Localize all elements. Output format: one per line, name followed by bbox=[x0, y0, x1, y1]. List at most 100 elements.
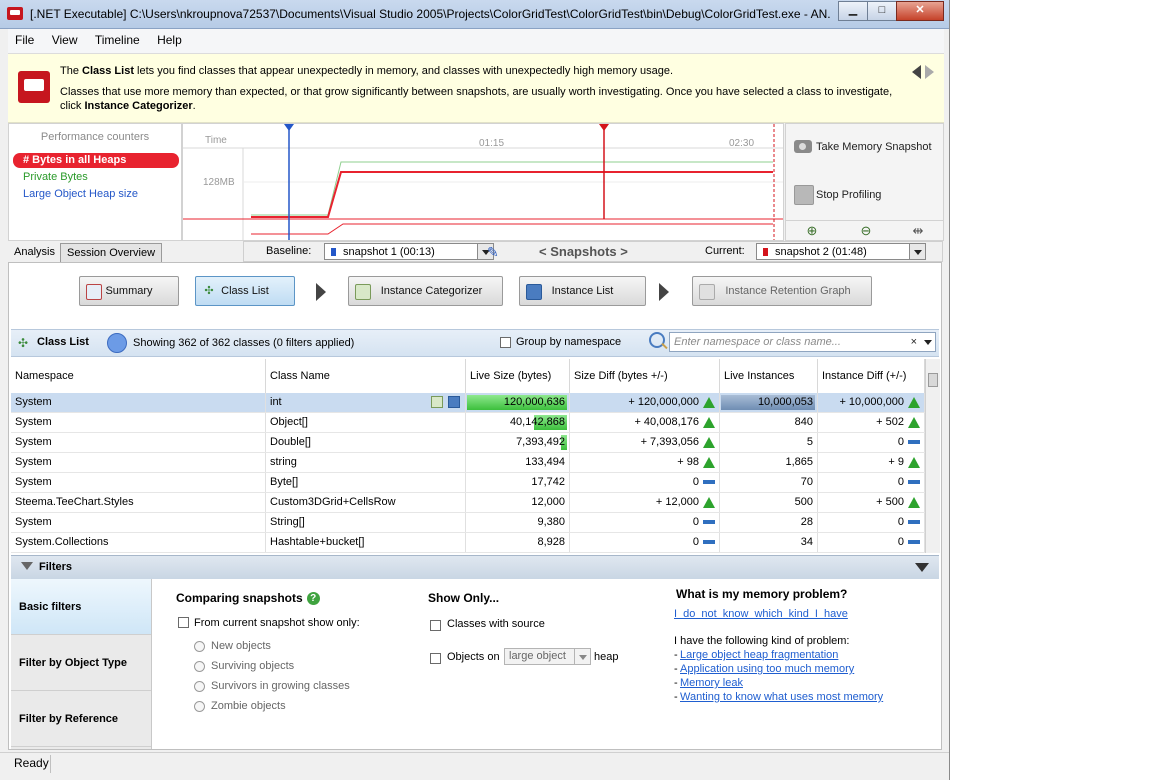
maximize-button[interactable]: □ bbox=[867, 1, 897, 21]
timeline-svg: Time 01:15 02:30 128MB bbox=[183, 124, 783, 240]
menu-timeline[interactable]: Timeline bbox=[88, 29, 147, 47]
filter-cat-reference[interactable]: Filter by Reference bbox=[11, 691, 151, 747]
menu-help[interactable]: Help bbox=[150, 29, 189, 47]
counter-private-bytes[interactable]: Private Bytes bbox=[13, 170, 179, 185]
col-namespace[interactable]: Namespace bbox=[11, 359, 266, 393]
pencil-icon[interactable]: ✎ bbox=[487, 244, 503, 260]
snapshots-nav[interactable]: < Snapshots > bbox=[539, 244, 628, 259]
cell-idiff: 0 bbox=[818, 433, 925, 452]
table-row[interactable]: System String[] 9,380 0 28 0 bbox=[11, 513, 925, 533]
table-row[interactable]: System Byte[] 17,742 0 70 0 bbox=[11, 473, 925, 493]
banner-line-1: The Class List lets you find classes tha… bbox=[60, 65, 674, 77]
counter-large-object-heap-size[interactable]: Large Object Heap size bbox=[13, 187, 179, 202]
baseline-combo[interactable]: snapshot 1 (00:13) bbox=[324, 243, 494, 260]
take-snapshot-label: Take Memory Snapshot bbox=[816, 141, 932, 153]
col-class-name[interactable]: Class Name bbox=[266, 359, 466, 393]
filter-categories: Basic filters Filter by Object Type Filt… bbox=[11, 579, 152, 749]
next-tip-icon[interactable] bbox=[925, 65, 934, 79]
objects-on-heap-checkbox[interactable] bbox=[430, 653, 441, 664]
problem-link-memory-leak[interactable]: Memory leak bbox=[680, 677, 743, 689]
cell-text: + 120,000,000 bbox=[628, 396, 699, 408]
radio-survivors-growing[interactable] bbox=[194, 681, 205, 692]
baseline-value: snapshot 1 (00:13) bbox=[343, 246, 435, 258]
problem-link-lohf[interactable]: Large object heap fragmentation bbox=[680, 649, 838, 661]
class-list-button[interactable]: ✣ Class List bbox=[195, 276, 295, 306]
instance-list-button[interactable]: Instance List bbox=[519, 276, 646, 306]
zoom-in-icon[interactable]: ⊕ bbox=[804, 223, 820, 239]
cell-inst: 1,865 bbox=[720, 453, 818, 472]
classes-with-source-checkbox[interactable] bbox=[430, 620, 441, 631]
zoom-fit-icon[interactable]: ⇹ bbox=[910, 223, 926, 239]
instance-categorizer-button[interactable]: Instance Categorizer bbox=[348, 276, 503, 306]
menu-file[interactable]: File bbox=[8, 29, 41, 47]
status-bar: Ready bbox=[0, 752, 949, 780]
filter-cat-object-type[interactable]: Filter by Object Type bbox=[11, 635, 151, 691]
table-row[interactable]: System string 133,494 + 98 1,865 + 9 bbox=[11, 453, 925, 473]
cell-text: 1,865 bbox=[785, 456, 813, 468]
filter-status-icon bbox=[107, 333, 127, 353]
cell-text: Double[] bbox=[270, 436, 311, 448]
minimize-button[interactable]: ▁ bbox=[838, 1, 868, 21]
col-live-size[interactable]: Live Size (bytes) bbox=[466, 359, 570, 393]
cell-sdiff: 0 bbox=[570, 513, 720, 532]
heap-type-select[interactable]: large object bbox=[504, 648, 591, 665]
menu-view[interactable]: View bbox=[45, 29, 85, 47]
chevron-down-icon[interactable] bbox=[924, 340, 932, 345]
table-row[interactable]: Steema.TeeChart.Styles Custom3DGrid+Cells… bbox=[11, 493, 925, 513]
stop-profiling-button[interactable]: Stop Profiling bbox=[790, 180, 940, 210]
summary-button[interactable]: Summary bbox=[79, 276, 179, 306]
instance-retention-graph-button[interactable]: Instance Retention Graph bbox=[692, 276, 872, 306]
timeline-graph[interactable]: Time 01:15 02:30 128MB bbox=[182, 123, 784, 241]
timeline-y-label: 128MB bbox=[203, 177, 235, 188]
previous-tip-icon[interactable] bbox=[912, 65, 921, 79]
table-scrollbar[interactable] bbox=[925, 359, 940, 553]
ants-logo-icon bbox=[18, 71, 50, 103]
problem-link-most-memory[interactable]: Wanting to know what uses most memory bbox=[680, 691, 883, 703]
cell-ns: System bbox=[11, 453, 266, 472]
radio-surviving-objects[interactable] bbox=[194, 661, 205, 672]
close-button[interactable]: ✕ bbox=[896, 1, 944, 21]
cell-text: + 40,008,176 bbox=[634, 416, 699, 428]
instance-list-icon[interactable] bbox=[448, 396, 460, 408]
help-icon[interactable]: ? bbox=[306, 592, 320, 606]
tab-analysis[interactable]: Analysis bbox=[8, 243, 61, 261]
table-row[interactable]: System int 120,000,636 + 120,000,000 10,000,… bbox=[11, 393, 925, 413]
cell-text: + 10,000,000 bbox=[839, 396, 904, 408]
cell-sdiff: + 98 bbox=[570, 453, 720, 472]
basic-filters-content: Comparing snapshots? From current snapsh… bbox=[152, 579, 939, 749]
instance-list-icon bbox=[526, 284, 542, 300]
chevron-down-icon bbox=[574, 649, 590, 664]
class-search-input[interactable]: Enter namespace or class name... × bbox=[669, 332, 936, 352]
dont-know-link[interactable]: I do not know which kind I have bbox=[674, 608, 848, 620]
scrollbar-thumb[interactable] bbox=[928, 373, 938, 387]
profiling-controls: Take Memory Snapshot Stop Profiling ⊕ ⊖ … bbox=[785, 123, 944, 241]
problem-link-too-much-memory[interactable]: Application using too much memory bbox=[680, 663, 854, 675]
col-instance-diff[interactable]: Instance Diff (+/-) bbox=[818, 359, 925, 393]
no-change-icon bbox=[908, 440, 920, 445]
radio-zombie-objects[interactable] bbox=[194, 701, 205, 712]
current-combo[interactable]: snapshot 2 (01:48) bbox=[756, 243, 926, 260]
radio-new-objects[interactable] bbox=[194, 641, 205, 652]
take-memory-snapshot-button[interactable]: Take Memory Snapshot bbox=[790, 132, 940, 162]
window-title: [.NET Executable] C:\Users\nkroupnova725… bbox=[30, 7, 830, 21]
zoom-out-icon[interactable]: ⊖ bbox=[858, 223, 874, 239]
class-list-icon: ✣ bbox=[18, 336, 29, 350]
col-size-diff[interactable]: Size Diff (bytes +/-) bbox=[570, 359, 720, 393]
counter-bytes-in-all-heaps[interactable]: # Bytes in all Heaps bbox=[13, 153, 179, 168]
table-row[interactable]: System Double[] 7,393,492 + 7,393,056 5 0 bbox=[11, 433, 925, 453]
cell-text: 10,000,053 bbox=[757, 396, 813, 408]
table-row[interactable]: System.Collections Hashtable+bucket[] 8,92… bbox=[11, 533, 925, 553]
cell-text: string bbox=[270, 456, 297, 468]
cell-inst: 70 bbox=[720, 473, 818, 492]
filter-cat-basic[interactable]: Basic filters bbox=[11, 579, 151, 635]
clear-search-icon[interactable]: × bbox=[911, 333, 917, 351]
from-current-checkbox[interactable] bbox=[178, 617, 189, 628]
group-by-namespace-checkbox[interactable] bbox=[500, 337, 511, 348]
table-row[interactable]: System Object[] 40,142,868 + 40,008,176 840 +… bbox=[11, 413, 925, 433]
categorizer-icon[interactable] bbox=[431, 396, 443, 408]
tab-session-overview[interactable]: Session Overview bbox=[60, 243, 163, 262]
collapse-filters-icon[interactable] bbox=[915, 563, 929, 572]
col-live-instances[interactable]: Live Instances bbox=[720, 359, 818, 393]
cell-cls: Hashtable+bucket[] bbox=[266, 533, 466, 552]
filters-bar[interactable]: Filters bbox=[11, 555, 939, 580]
